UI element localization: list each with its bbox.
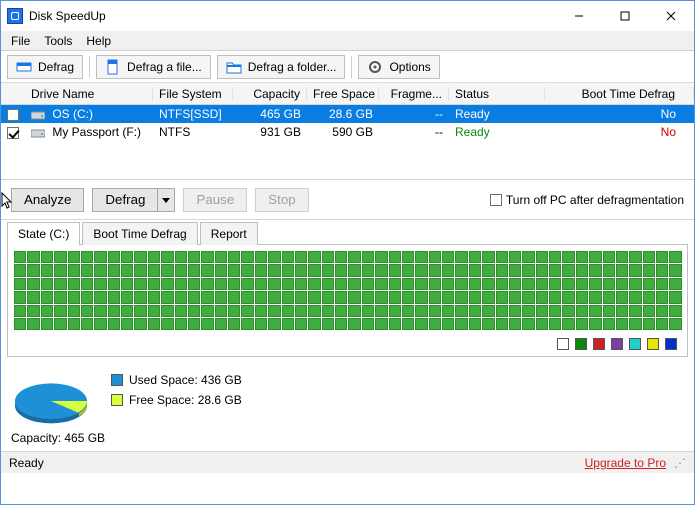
toolbar-defrag-folder[interactable]: Defrag a folder... <box>217 55 346 79</box>
legend-used: Used Space: 436 GB <box>111 373 242 387</box>
status-text: Ready <box>9 456 44 470</box>
drive-status: Ready <box>455 125 490 139</box>
drive-capacity: 465 GB <box>233 107 307 121</box>
defrag-button[interactable]: Defrag <box>92 188 157 212</box>
legend-swatch <box>629 338 641 350</box>
toolbar-defrag-label: Defrag <box>38 60 74 74</box>
drive-name: OS (C:) <box>52 107 93 121</box>
toolbar: Defrag Defrag a file... Defrag a folder.… <box>1 51 694 83</box>
legend-swatch <box>647 338 659 350</box>
toolbar-defrag-file[interactable]: Defrag a file... <box>96 55 211 79</box>
fragmentation-grid <box>14 251 681 330</box>
menu-bar: File Tools Help <box>1 31 694 51</box>
col-name[interactable]: Drive Name <box>25 87 153 101</box>
drive-name: My Passport (F:) <box>52 125 141 139</box>
defrag-dropdown[interactable] <box>157 188 175 212</box>
defrag-icon <box>16 59 32 75</box>
row-checkbox[interactable] <box>7 127 19 139</box>
status-bar: Ready Upgrade to Pro ⋰ <box>1 451 694 473</box>
drive-frag: -- <box>379 125 449 139</box>
col-free[interactable]: Free Space <box>307 87 379 101</box>
turnoff-label: Turn off PC after defragmentation <box>506 193 684 207</box>
legend-swatch <box>665 338 677 350</box>
drive-table: Drive Name File System Capacity Free Spa… <box>1 83 694 180</box>
table-row[interactable]: My Passport (F:) NTFS 931 GB 590 GB -- R… <box>1 123 694 141</box>
col-capacity[interactable]: Capacity <box>233 87 307 101</box>
legend-swatch <box>593 338 605 350</box>
chevron-down-icon <box>162 196 170 204</box>
title-bar: Disk SpeedUp <box>1 1 694 31</box>
pie-legend: Used Space: 436 GB Free Space: 28.6 GB <box>111 367 242 407</box>
drive-fs: NTFS <box>153 125 233 139</box>
action-row: Analyze Defrag Pause Stop Turn off PC af… <box>1 180 694 220</box>
legend-swatch <box>575 338 587 350</box>
swatch-free <box>111 394 123 406</box>
close-button[interactable] <box>648 1 694 31</box>
col-boot-time-defrag[interactable]: Boot Time Defrag <box>545 87 694 101</box>
app-title: Disk SpeedUp <box>29 9 556 23</box>
drive-frag: -- <box>379 107 449 121</box>
file-icon <box>105 59 121 75</box>
drive-status: Ready <box>455 107 490 121</box>
table-header: Drive Name File System Capacity Free Spa… <box>1 83 694 105</box>
toolbar-separator <box>351 56 352 78</box>
capacity-label: Capacity: 465 GB <box>1 429 694 451</box>
toolbar-defrag-folder-label: Defrag a folder... <box>248 60 337 74</box>
app-icon <box>7 8 23 24</box>
col-status[interactable]: Status <box>449 87 545 101</box>
legend-colors <box>14 330 681 350</box>
tab-state[interactable]: State (C:) <box>7 222 80 245</box>
app-window: Disk SpeedUp File Tools Help Defrag Defr… <box>0 0 695 505</box>
menu-tools[interactable]: Tools <box>38 32 78 50</box>
drive-capacity: 931 GB <box>233 125 307 139</box>
legend-free: Free Space: 28.6 GB <box>111 393 242 407</box>
menu-file[interactable]: File <box>5 32 36 50</box>
legend-used-label: Used Space: 436 GB <box>129 373 242 387</box>
tab-report[interactable]: Report <box>200 222 258 245</box>
toolbar-options[interactable]: Options <box>358 55 439 79</box>
maximize-icon <box>620 11 630 21</box>
toolbar-separator <box>89 56 90 78</box>
tab-boot-time-defrag[interactable]: Boot Time Defrag <box>82 222 197 245</box>
legend-swatch <box>611 338 623 350</box>
folder-icon <box>226 59 242 75</box>
legend-swatch <box>557 338 569 350</box>
drive-icon <box>31 109 45 121</box>
table-row[interactable]: OS (C:) NTFS[SSD] 465 GB 28.6 GB -- Read… <box>1 105 694 123</box>
swatch-used <box>111 374 123 386</box>
col-filesystem[interactable]: File System <box>153 87 233 101</box>
pie-chart <box>11 367 91 427</box>
toolbar-defrag-file-label: Defrag a file... <box>127 60 202 74</box>
drive-btd: No <box>661 107 676 121</box>
legend-free-label: Free Space: 28.6 GB <box>129 393 242 407</box>
gear-icon <box>367 59 383 75</box>
pause-button: Pause <box>183 188 247 212</box>
checkbox-icon <box>490 194 502 206</box>
stop-button: Stop <box>255 188 308 212</box>
drive-free: 28.6 GB <box>307 107 379 121</box>
upgrade-link[interactable]: Upgrade to Pro <box>585 456 666 470</box>
disk-usage-summary: Used Space: 436 GB Free Space: 28.6 GB <box>1 361 694 429</box>
minimize-icon <box>574 11 584 21</box>
menu-help[interactable]: Help <box>80 32 117 50</box>
mouse-cursor-icon <box>1 192 15 213</box>
col-fragmented[interactable]: Fragme... <box>379 87 449 101</box>
drive-icon <box>31 127 45 139</box>
close-icon <box>666 11 676 21</box>
drive-free: 590 GB <box>307 125 379 139</box>
toolbar-options-label: Options <box>389 60 430 74</box>
turnoff-checkbox[interactable]: Turn off PC after defragmentation <box>490 193 684 207</box>
tab-body <box>7 244 688 357</box>
minimize-button[interactable] <box>556 1 602 31</box>
toolbar-defrag[interactable]: Defrag <box>7 55 83 79</box>
maximize-button[interactable] <box>602 1 648 31</box>
drive-fs: NTFS[SSD] <box>153 107 233 121</box>
row-checkbox[interactable] <box>7 109 19 121</box>
defrag-split-button[interactable]: Defrag <box>92 188 175 212</box>
resize-grip-icon[interactable]: ⋰ <box>674 456 686 470</box>
state-tabs: State (C:) Boot Time Defrag Report <box>1 220 694 244</box>
drive-btd: No <box>661 125 676 139</box>
analyze-button[interactable]: Analyze <box>11 188 84 212</box>
